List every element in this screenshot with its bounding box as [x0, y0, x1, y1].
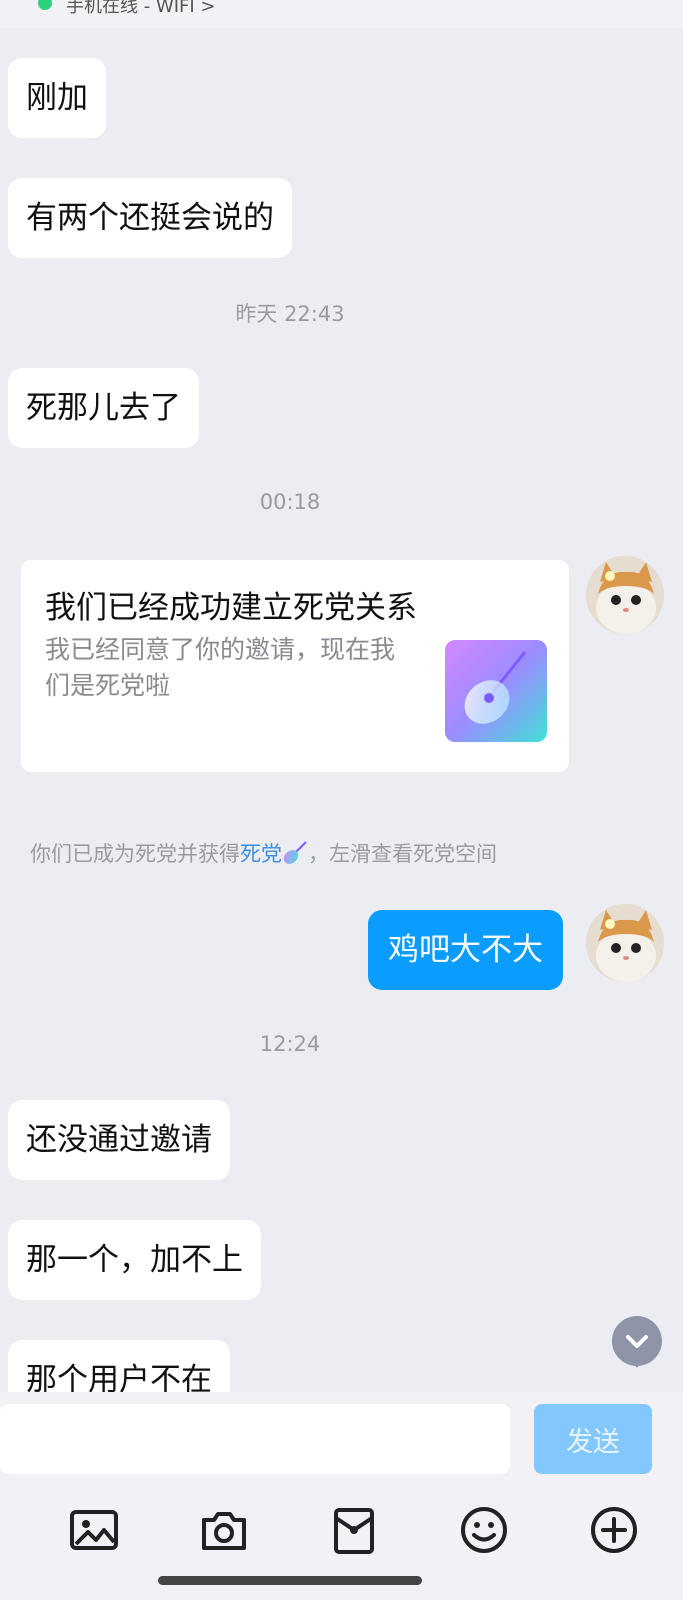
red-packet-icon[interactable] [328, 1504, 380, 1556]
message-bubble[interactable]: 死那儿去了 [8, 368, 199, 448]
timestamp: 12:24 [259, 1032, 321, 1056]
message-bubble[interactable]: 那一个，加不上 [8, 1220, 261, 1300]
emoji-icon[interactable] [458, 1504, 510, 1556]
image-icon[interactable] [68, 1504, 120, 1556]
message-input[interactable] [0, 1404, 510, 1474]
avatar[interactable] [586, 556, 664, 634]
friend-card-message[interactable]: 我们已经成功建立死党关系 我已经同意了你的邀请，现在我们是死党啦 [21, 560, 569, 772]
plus-icon[interactable] [588, 1504, 640, 1556]
message-bubble[interactable]: 那个用户不在 [8, 1340, 230, 1392]
scroll-down-button[interactable] [610, 1314, 664, 1368]
notice-text: ，左滑查看死党空间 [308, 842, 497, 866]
self-avatar[interactable] [586, 904, 664, 982]
online-status-text[interactable]: 手机在线 - WIFI > [66, 0, 216, 18]
guitar-icon [445, 640, 547, 742]
notice-text: 你们已成为死党并获得 [30, 842, 240, 866]
online-indicator [38, 0, 52, 10]
home-indicator[interactable] [158, 1576, 422, 1585]
message-bubble[interactable]: 刚加 [8, 58, 106, 138]
message-bubble[interactable]: 有两个还挺会说的 [8, 178, 292, 258]
message-bubble[interactable]: 还没通过邀请 [8, 1100, 230, 1180]
camera-icon[interactable] [198, 1504, 250, 1556]
card-description: 我已经同意了你的邀请，现在我们是死党啦 [45, 635, 396, 700]
status-strip: 手机在线 - WIFI > [0, 0, 683, 28]
input-bar: 发送 [0, 1392, 683, 1484]
timestamp: 00:18 [259, 490, 321, 514]
guitar-emoji-icon [282, 840, 308, 866]
send-button[interactable]: 发送 [534, 1404, 652, 1474]
notice-link[interactable]: 死党 [240, 838, 282, 868]
timestamp: 昨天 22:43 [235, 302, 345, 326]
card-title: 我们已经成功建立死党关系 [45, 590, 417, 626]
self-message-bubble[interactable]: 鸡吧大不大 [368, 910, 563, 990]
system-notice: 你们已成为死党并获得 死党 ，左滑查看死党空间 [30, 838, 497, 868]
